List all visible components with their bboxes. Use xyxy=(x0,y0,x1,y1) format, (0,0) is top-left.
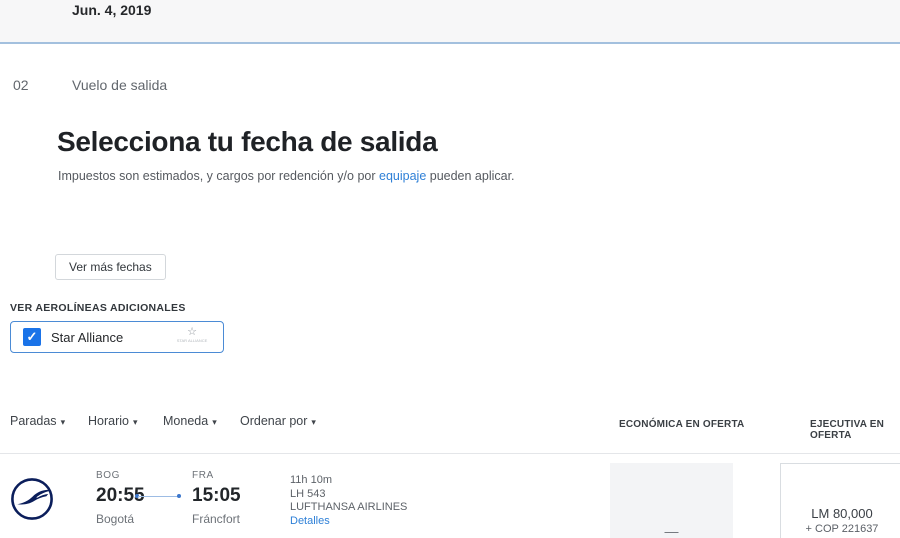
economy-column-header: ECONÓMICA EN OFERTA xyxy=(619,419,744,430)
filter-schedule-label: Horario xyxy=(88,414,129,428)
star-alliance-checkbox[interactable]: ✓ xyxy=(23,328,41,346)
arrival-airport-code: FRA xyxy=(192,470,282,481)
more-dates-button[interactable]: Ver más fechas xyxy=(55,254,166,280)
arrival-block: FRA 15:05 Fráncfort xyxy=(192,470,282,526)
chevron-down-icon: ▾ xyxy=(212,417,217,427)
page: Jun. 4, 2019 02 Vuelo de salida Seleccio… xyxy=(0,0,900,538)
date-header-bar: Jun. 4, 2019 xyxy=(0,0,900,44)
checkbox-check-icon: ✓ xyxy=(27,329,38,344)
baggage-link[interactable]: equipaje xyxy=(379,169,426,183)
chevron-down-icon: ▾ xyxy=(133,417,138,427)
fare-disclaimer-pre: Impuestos son estimados, y cargos por re… xyxy=(58,169,379,183)
airline-name: LUFTHANSA AIRLINES xyxy=(290,501,407,515)
star-alliance-label: Star Alliance xyxy=(51,330,123,345)
filter-sort-by-label: Ordenar por xyxy=(240,414,307,428)
departure-city: Bogotá xyxy=(96,512,186,526)
filter-currency[interactable]: Moneda ▾ xyxy=(163,414,217,428)
route-destination-dot xyxy=(177,494,181,498)
business-fare-taxes: + COP 221637 xyxy=(781,523,900,535)
flight-duration: 11h 10m xyxy=(290,474,407,488)
business-column-header: EJECUTIVA EN OFERTA xyxy=(810,419,900,441)
filter-schedule[interactable]: Horario ▾ xyxy=(88,414,138,428)
filter-stops-label: Paradas xyxy=(10,414,57,428)
filter-sort-by[interactable]: Ordenar por ▾ xyxy=(240,414,316,428)
route-segment-line xyxy=(138,496,178,497)
fare-disclaimer: Impuestos son estimados, y cargos por re… xyxy=(58,169,515,183)
star-icon: ☆ xyxy=(175,327,209,338)
filter-currency-label: Moneda xyxy=(163,414,208,428)
route-line xyxy=(135,492,181,500)
chevron-down-icon: ▾ xyxy=(311,417,316,427)
selected-date: Jun. 4, 2019 xyxy=(72,2,151,18)
flight-row-divider xyxy=(0,453,900,454)
additional-airlines-label: VER AEROLÍNEAS ADICIONALES xyxy=(10,302,186,314)
business-fare-miles: LM 80,000 xyxy=(781,506,900,521)
no-fare-dash: — xyxy=(665,523,679,538)
chevron-down-icon: ▾ xyxy=(61,417,66,427)
arrival-city: Fráncfort xyxy=(192,512,282,526)
page-title: Selecciona tu fecha de salida xyxy=(57,126,437,158)
lufthansa-logo-icon xyxy=(10,477,54,521)
economy-fare-cell: — xyxy=(610,463,733,538)
flight-number: LH 543 xyxy=(290,488,407,502)
details-link[interactable]: Detalles xyxy=(290,515,407,529)
section-number: 02 xyxy=(13,77,29,93)
flight-info-block: 11h 10m LH 543 LUFTHANSA AIRLINES Detall… xyxy=(290,474,407,528)
arrival-time: 15:05 xyxy=(192,485,282,507)
star-alliance-logo-caption: STAR ALLIANCE xyxy=(175,338,209,343)
star-alliance-filter[interactable]: ✓ Star Alliance ☆ STAR ALLIANCE xyxy=(10,321,224,353)
star-alliance-logo-icon: ☆ STAR ALLIANCE xyxy=(175,327,209,343)
section-title: Vuelo de salida xyxy=(72,77,167,93)
fare-disclaimer-post: pueden aplicar. xyxy=(426,169,514,183)
departure-airport-code: BOG xyxy=(96,470,186,481)
business-fare-cell[interactable]: LM 80,000 + COP 221637 xyxy=(780,463,900,538)
filter-stops[interactable]: Paradas ▾ xyxy=(10,414,65,428)
